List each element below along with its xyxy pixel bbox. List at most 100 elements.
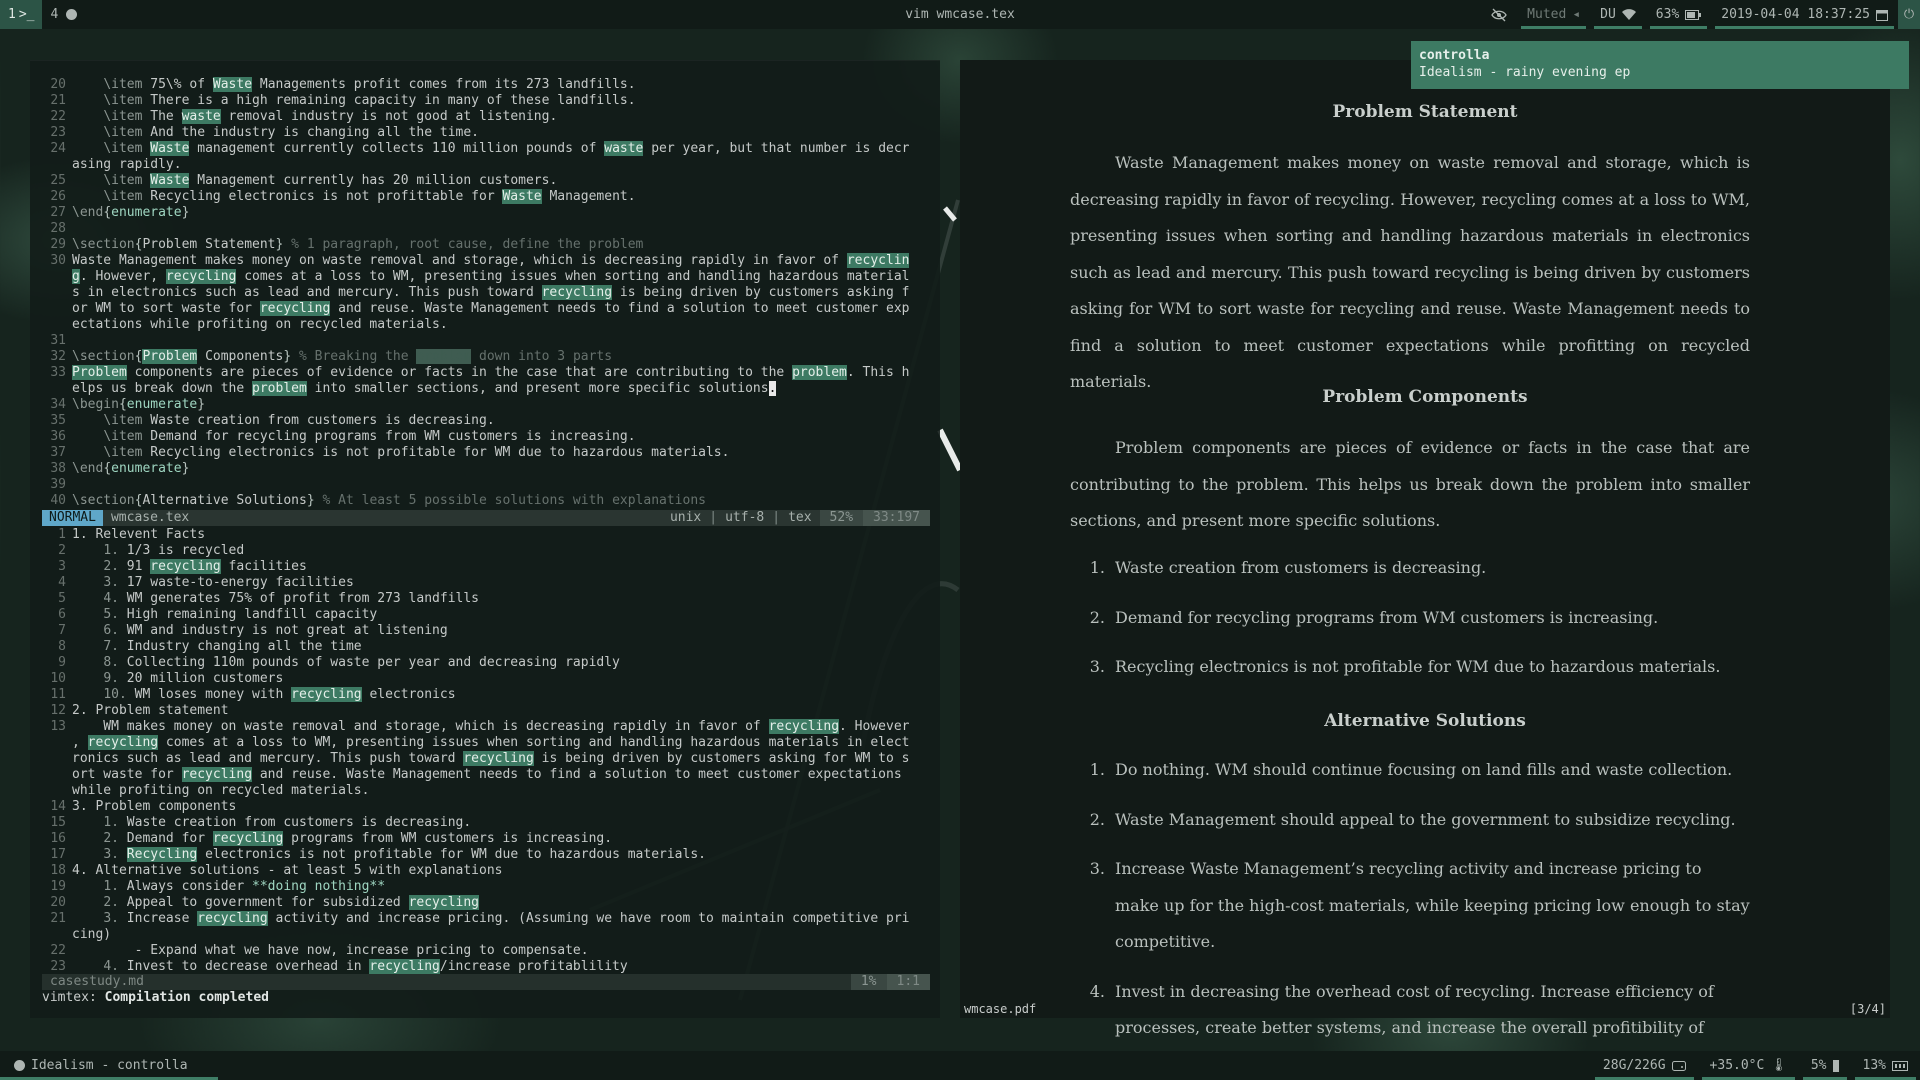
- code-line[interactable]: 40 \section{Alternative Solutions} % At l…: [42, 493, 930, 509]
- code-line[interactable]: or WM to sort waste for recycling and re…: [42, 301, 930, 317]
- search-match: g: [72, 269, 80, 284]
- power-button[interactable]: ⏻: [1898, 0, 1920, 29]
- code-line[interactable]: 22 - Expand what we have now, increase p…: [42, 943, 930, 959]
- code-line[interactable]: asing rapidly.: [42, 157, 930, 173]
- tex-buffer[interactable]: 20 \item 75\% of Waste Managements profi…: [42, 77, 930, 509]
- code-line[interactable]: 38 \end{enumerate}: [42, 461, 930, 477]
- code-line[interactable]: 1 1. Relevent Facts: [42, 527, 930, 543]
- code-line[interactable]: 24 \item Waste management currently coll…: [42, 141, 930, 157]
- code-line[interactable]: 18 4. Alternative solutions - at least 5 …: [42, 863, 930, 879]
- code-line[interactable]: 6 5. High remaining landfill capacity: [42, 607, 930, 623]
- code-line[interactable]: while profiting on recycled materials.: [42, 783, 930, 799]
- workspace-1-label: 1: [8, 7, 16, 22]
- workspace-1-button[interactable]: 1 >_: [0, 0, 43, 29]
- code-line[interactable]: ronics such as lead and mercury. This pu…: [42, 751, 930, 767]
- network-module[interactable]: DU: [1590, 0, 1646, 29]
- volume-module[interactable]: Muted ◂: [1517, 0, 1590, 29]
- code-line[interactable]: 36 \item Demand for recycling programs f…: [42, 429, 930, 445]
- code-line[interactable]: 13 WM makes money on waste removal and s…: [42, 719, 930, 735]
- code-token: 1. Relevent Facts: [72, 527, 206, 542]
- code-token: 2. Problem statement: [72, 703, 229, 718]
- line-text: while profiting on recycled materials.: [72, 783, 369, 799]
- code-line[interactable]: 3 2. 91 recycling facilities: [42, 559, 930, 575]
- code-line[interactable]: 27 \end{enumerate}: [42, 205, 930, 221]
- line-number: 20: [50, 895, 66, 910]
- code-token: Industry changing all the time: [118, 639, 362, 654]
- code-line[interactable]: 37 \item Recycling electronics is not pr…: [42, 445, 930, 461]
- code-line[interactable]: 16 2. Demand for recycling programs from…: [42, 831, 930, 847]
- code-line[interactable]: 15 1. Waste creation from customers is d…: [42, 815, 930, 831]
- code-line[interactable]: 39: [42, 477, 930, 493]
- line-number: 19: [50, 879, 66, 894]
- code-line[interactable]: 32 \section{Problem Components} % Breakin…: [42, 349, 930, 365]
- code-line[interactable]: 34 \begin{enumerate}: [42, 397, 930, 413]
- code-line[interactable]: s in electronics such as lead and mercur…: [42, 285, 930, 301]
- code-token: \item: [103, 141, 143, 156]
- code-line[interactable]: 11 10. WM loses money with recycling ele…: [42, 687, 930, 703]
- cpu-module[interactable]: 5%: [1799, 1051, 1851, 1080]
- code-token: There is a high remaining capacity in ma…: [142, 93, 636, 108]
- code-line[interactable]: 14 3. Problem components: [42, 799, 930, 815]
- code-token: ectations while profiting on recycled ma…: [72, 317, 448, 332]
- code-line[interactable]: 17 3. Recycling electronics is not profi…: [42, 847, 930, 863]
- code-line[interactable]: 25 \item Waste Management currently has …: [42, 173, 930, 189]
- code-line[interactable]: , recycling comes at a loss to WM, prese…: [42, 735, 930, 751]
- code-line[interactable]: 23 4. Invest to decrease overhead in rec…: [42, 959, 930, 975]
- memory-module[interactable]: 13%: [1851, 1051, 1920, 1080]
- workspace-4-button[interactable]: 4: [42, 0, 85, 29]
- line-text: \item The waste removal industry is not …: [72, 109, 557, 125]
- code-token: ,: [72, 735, 88, 750]
- code-line[interactable]: 21 \item There is a high remaining capac…: [42, 93, 930, 109]
- code-line[interactable]: 20 2. Appeal to government for subsidize…: [42, 895, 930, 911]
- battery-module[interactable]: 63%: [1646, 0, 1711, 29]
- media-module[interactable]: Idealism - controlla: [0, 1051, 218, 1080]
- temperature-module[interactable]: +35.0°C 🌡︎: [1698, 1051, 1799, 1080]
- vim-editor-window[interactable]: 20 \item 75\% of Waste Managements profi…: [30, 60, 940, 1018]
- disk-module[interactable]: 28G/226G: [1591, 1051, 1698, 1080]
- code-line[interactable]: 4 3. 17 waste-to-energy facilities: [42, 575, 930, 591]
- clock-module[interactable]: 2019-04-04 18:37:25: [1711, 0, 1898, 29]
- code-line[interactable]: 26 \item Recycling electronics is not pr…: [42, 189, 930, 205]
- code-line[interactable]: 8 7. Industry changing all the time: [42, 639, 930, 655]
- eye-off-icon[interactable]: [1481, 0, 1517, 29]
- notification-popup[interactable]: controlla Idealism - rainy evening ep: [1411, 41, 1909, 89]
- code-line[interactable]: 10 9. 20 million customers: [42, 671, 930, 687]
- code-line[interactable]: 9 8. Collecting 110m pounds of waste per…: [42, 655, 930, 671]
- line-number: 22: [50, 109, 66, 124]
- list-item-text: Recycling electronics is not profitable …: [1115, 657, 1721, 676]
- statusline-filename: wmcase.tex: [110, 510, 190, 525]
- code-line[interactable]: 7 6. WM and industry is not great at lis…: [42, 623, 930, 639]
- code-line[interactable]: cing): [42, 927, 930, 943]
- pdf-viewer-window[interactable]: Problem Statement Waste Management makes…: [960, 60, 1890, 1074]
- code-line[interactable]: 33 Problem components are pieces of evide…: [42, 365, 930, 381]
- code-line[interactable]: 30 Waste Management makes money on waste …: [42, 253, 930, 269]
- code-line[interactable]: ectations while profiting on recycled ma…: [42, 317, 930, 333]
- code-token: comes at a loss to WM, presenting issues…: [236, 269, 910, 284]
- code-line[interactable]: 5 4. WM generates 75% of profit from 273…: [42, 591, 930, 607]
- code-line[interactable]: 31: [42, 333, 930, 349]
- code-line[interactable]: 12 2. Problem statement: [42, 703, 930, 719]
- code-line[interactable]: 21 3. Increase recycling activity and in…: [42, 911, 930, 927]
- code-line[interactable]: 22 \item The waste removal industry is n…: [42, 109, 930, 125]
- line-number: 40: [50, 493, 66, 508]
- code-line[interactable]: ort waste for recycling and reuse. Waste…: [42, 767, 930, 783]
- line-text: \item Waste creation from customers is d…: [72, 413, 494, 429]
- code-token: Always consider: [118, 879, 253, 894]
- line-text: \item There is a high remaining capacity…: [72, 93, 636, 109]
- code-line[interactable]: 2 1. 1/3 is recycled: [42, 543, 930, 559]
- code-token: \item: [103, 77, 143, 92]
- line-number: 13: [50, 719, 66, 734]
- markdown-buffer[interactable]: 1 1. Relevent Facts 2 1. 1/3 is recycled 3 …: [42, 527, 930, 975]
- code-line[interactable]: 35 \item Waste creation from customers i…: [42, 413, 930, 429]
- code-line[interactable]: 19 1. Always consider **doing nothing**: [42, 879, 930, 895]
- code-line[interactable]: 20 \item 75\% of Waste Managements profi…: [42, 77, 930, 93]
- code-line[interactable]: g. However, recycling comes at a loss to…: [42, 269, 930, 285]
- disk-label: 28G/226G: [1602, 1058, 1666, 1073]
- code-line[interactable]: 23 \item And the industry is changing al…: [42, 125, 930, 141]
- search-match: Waste: [502, 189, 542, 204]
- search-match: Waste: [150, 173, 190, 188]
- code-line[interactable]: 28: [42, 221, 930, 237]
- code-line[interactable]: elps us break down the problem into smal…: [42, 381, 930, 397]
- code-line[interactable]: 29 \section{Problem Statement} % 1 paragr…: [42, 237, 930, 253]
